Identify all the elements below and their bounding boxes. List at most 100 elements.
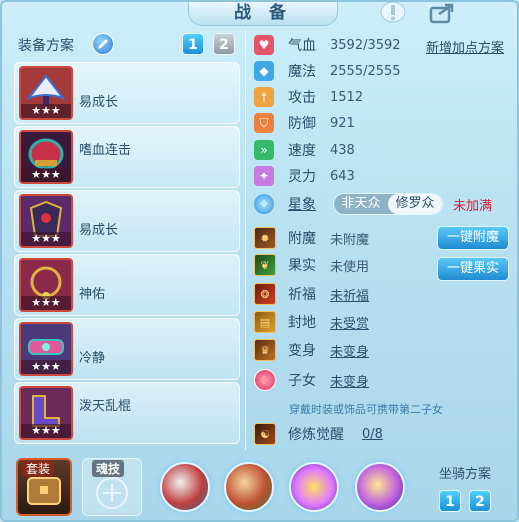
stat-label: 灵力 [288,169,316,185]
orb-slot-2[interactable] [224,462,274,512]
bless-link[interactable]: 未祈福 [330,285,369,304]
mount-plan-1-button[interactable]: 1 [439,490,461,512]
heart-icon: ♥ [254,35,274,55]
cultivation-label: 修炼觉醒 [288,427,344,443]
not-full-warning: 未加满 [453,199,493,214]
equip-slot-boots[interactable]: ★★★ 泼天乱棍 [14,382,240,444]
extra-row-fruit: ❦ 果实 未使用 [254,254,369,276]
divider [245,30,246,450]
transform-icon: ♛ [254,339,276,361]
stat-value: 921 [330,115,355,131]
fruit-icon: ❦ [254,254,276,276]
stat-row-xingxiang: ✧ 星象 [254,193,328,215]
stat-label: 速度 [288,143,316,159]
belt-icon: ★★★ [19,322,73,376]
xingxiang-option-xiuluo[interactable]: 修罗众 [388,194,442,214]
fief-link[interactable]: 未受赏 [330,313,369,332]
enchant-icon: ✹ [254,227,276,249]
xingxiang-link[interactable]: 星象 [288,194,328,214]
extra-row-fief: ▤ 封地 未受赏 [254,311,369,333]
second-child-hint: 穿戴时装或饰品可携带第二子女 [289,403,443,416]
boots-icon: ★★★ [19,386,73,440]
equipment-panel: 战 备 装备方案 1 2 ★★★ 易成长 ★★★ 嗜血连击 ★★★ 易成长 ★★… [0,0,519,522]
extra-label: 子女 [288,373,316,389]
stat-row-mp: ◆ 魔法 2555/2555 [254,60,401,82]
fan-weapon-icon: ★★★ [19,66,73,120]
extra-label: 附魔 [288,231,316,247]
equip-plan-title: 装备方案 [18,38,74,54]
equip-slot-helmet[interactable]: ★★★ 嗜血连击 [14,126,240,188]
share-button[interactable] [428,2,458,24]
star-sign-icon: ✧ [254,194,274,214]
equip-name: 泼天乱棍 [79,399,132,414]
pencil-icon [98,39,108,49]
stat-row-spirit: ✦ 灵力 643 [254,165,355,187]
extra-row-bless: ❂ 祈福 未祈福 [254,283,369,305]
stat-label: 魔法 [288,64,316,80]
soul-skill-label: 魂技 [92,460,125,477]
stat-value: 438 [330,142,355,158]
equip-name: 易成长 [79,223,119,238]
extra-row-child: ☾ 子女 未变身 [254,369,369,391]
cultivation-link[interactable]: 0/8 [362,427,383,442]
equip-plan-1-button[interactable]: 1 [182,33,204,55]
xingxiang-option-feitian[interactable]: 非天众 [334,194,388,214]
suit-label: 套装 [22,460,55,477]
equip-slot-weapon[interactable]: ★★★ 易成长 [14,62,240,124]
cultivation-row: ☯ 修炼觉醒 0/8 [254,423,383,445]
stat-label: 气血 [288,38,316,54]
transform-link[interactable]: 未变身 [330,341,369,360]
orb-slot-3[interactable] [289,462,339,512]
speed-icon: » [254,140,274,160]
sword-icon: † [254,87,274,107]
equip-name: 易成长 [79,95,119,110]
stat-row-speed: » 速度 438 [254,139,355,161]
extra-row-enchant: ✹ 附魔 未附魔 [254,227,369,249]
bless-icon: ❂ [254,283,276,305]
equip-slot-necklace[interactable]: ★★★ 神佑 [14,254,240,316]
shield-icon: ⛉ [254,113,274,133]
mount-plan-title: 坐骑方案 [439,467,492,482]
child-icon: ☾ [254,369,276,391]
stat-value: 2555/2555 [330,63,401,79]
stat-row-attack: † 攻击 1512 [254,86,363,108]
info-button[interactable] [378,2,408,24]
extra-value: 未附魔 [330,232,370,248]
orb-slot-1[interactable] [160,462,210,512]
spirit-icon: ✦ [254,166,274,186]
helmet-icon: ★★★ [19,130,73,184]
extra-label: 祈福 [288,287,316,303]
xingxiang-switch[interactable]: 非天众 修罗众 [333,193,443,215]
panel-title: 战 备 [188,2,338,26]
equip-name: 冷静 [79,351,106,366]
extra-label: 变身 [288,343,316,359]
orb-slot-4[interactable] [355,462,405,512]
equip-name: 神佑 [79,287,106,302]
extra-label: 果实 [288,258,316,274]
necklace-icon: ★★★ [19,258,73,312]
stat-value: 643 [330,168,355,184]
stat-row-defense: ⛉ 防御 921 [254,112,355,134]
stat-value: 1512 [330,89,364,105]
equip-slot-belt[interactable]: ★★★ 冷静 [14,318,240,380]
fief-icon: ▤ [254,311,276,333]
one-key-enchant-button[interactable]: 一键附魔 [437,226,509,250]
stat-label: 攻击 [288,90,316,106]
info-icon [380,2,406,23]
equip-name: 嗜血连击 [79,143,132,158]
stat-label: 防御 [288,116,316,132]
armor-icon: ★★★ [19,194,73,248]
child-link[interactable]: 未变身 [330,371,369,390]
extra-row-transform: ♛ 变身 未变身 [254,339,369,361]
extra-value: 未使用 [330,259,370,275]
one-key-fruit-button[interactable]: 一键果实 [437,257,509,281]
mount-plan-2-button[interactable]: 2 [469,490,491,512]
share-icon [429,3,454,24]
stat-value: 3592/3592 [330,37,401,53]
mana-diamond-icon: ◆ [254,61,274,81]
extra-label: 封地 [288,315,316,331]
equip-plan-2-button[interactable]: 2 [213,33,235,55]
equip-slot-armor[interactable]: ★★★ 易成长 [14,190,240,252]
add-point-plan-link[interactable]: 新增加点方案 [426,37,504,56]
edit-plan-button[interactable] [92,33,114,55]
